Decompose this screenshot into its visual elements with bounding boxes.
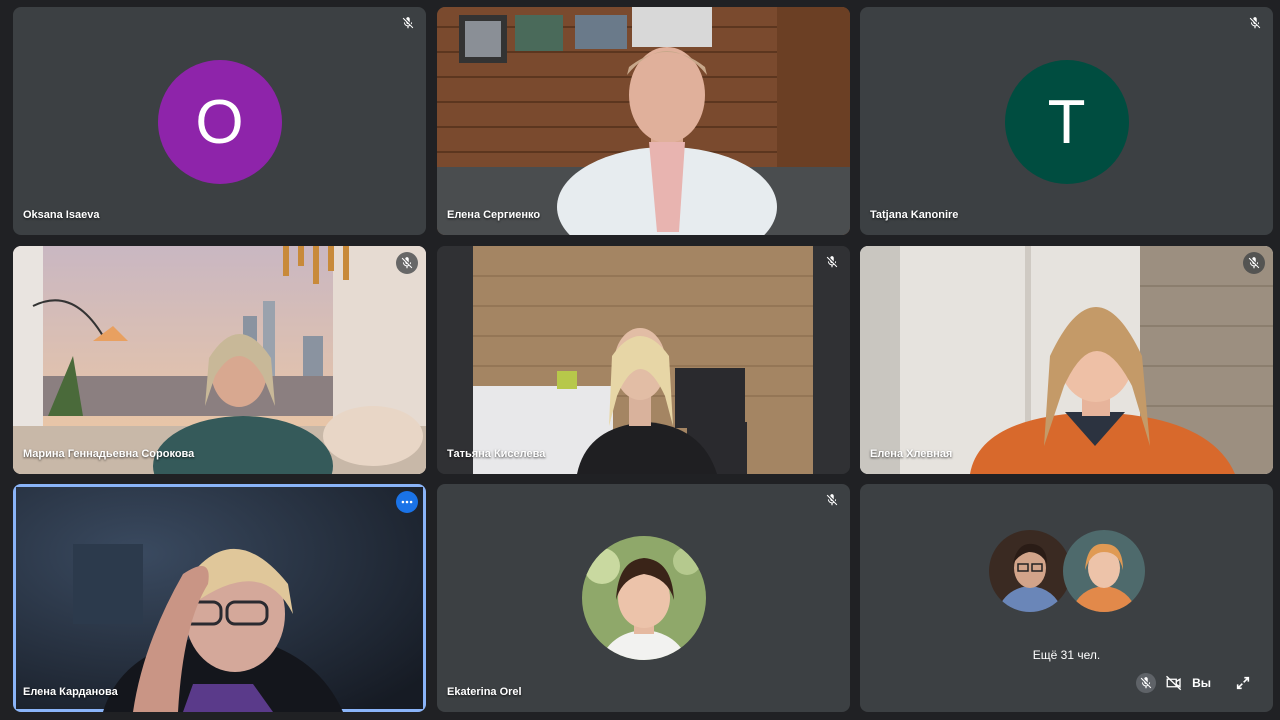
participant-tile-tatjana-kanonire[interactable]: T Tatjana Kanonire xyxy=(860,7,1273,235)
participant-name: Марина Геннадьевна Сорокова xyxy=(23,448,195,460)
mic-off-icon xyxy=(1249,17,1261,29)
participant-tile-oksana-isaeva[interactable]: O Oksana Isaeva xyxy=(13,7,426,235)
mic-off-icon xyxy=(396,252,418,274)
camera-off-icon[interactable] xyxy=(1164,673,1184,693)
mic-off-icon xyxy=(826,494,838,506)
self-view-label: Вы xyxy=(1192,676,1211,690)
mic-off-icon[interactable] xyxy=(1136,673,1157,693)
mic-off-icon xyxy=(402,17,414,29)
more-horiz-icon xyxy=(401,500,413,504)
mic-off-icon xyxy=(826,256,838,268)
participant-name: Oksana Isaeva xyxy=(23,209,100,221)
avatar: T xyxy=(1004,60,1129,184)
participant-tile-tatyana-kiseleva[interactable]: Татьяна Киселева xyxy=(437,246,850,474)
participant-video xyxy=(437,7,850,235)
participant-name: Ekaterina Orel xyxy=(447,686,522,698)
avatar xyxy=(581,536,706,660)
participant-tile-elena-sergienko[interactable]: Елена Сергиенко xyxy=(437,7,850,235)
participant-tile-elena-kardanova[interactable]: Елена Карданова xyxy=(13,484,426,712)
participant-video xyxy=(860,246,1273,474)
more-participants-label: Ещё 31 чел. xyxy=(1032,648,1101,662)
more-options-button[interactable] xyxy=(396,491,418,513)
participant-tile-marina-sorokova[interactable]: Марина Геннадьевна Сорокова xyxy=(13,246,426,474)
participant-video xyxy=(437,246,850,474)
overflow-participants-tile[interactable]: Ещё 31 чел. Вы xyxy=(860,484,1273,712)
participant-name: Елена Карданова xyxy=(23,686,118,698)
participant-name: Елена Сергиенко xyxy=(447,209,541,221)
participant-name: Елена Хлевная xyxy=(870,448,953,460)
participant-tile-elena-khlevnaya[interactable]: Елена Хлевная xyxy=(860,246,1273,474)
avatar xyxy=(989,530,1071,612)
avatar: O xyxy=(157,60,282,184)
expand-icon[interactable] xyxy=(1233,673,1253,693)
participant-tile-ekaterina-orel[interactable]: Ekaterina Orel xyxy=(437,484,850,712)
self-view-bar[interactable]: Вы xyxy=(1128,668,1261,698)
mic-off-icon xyxy=(1243,252,1265,274)
participant-video xyxy=(13,246,426,474)
participant-name: Tatjana Kanonire xyxy=(870,209,959,221)
participant-video xyxy=(16,487,423,712)
participant-name: Татьяна Киселева xyxy=(447,448,546,460)
avatar xyxy=(1063,530,1145,612)
